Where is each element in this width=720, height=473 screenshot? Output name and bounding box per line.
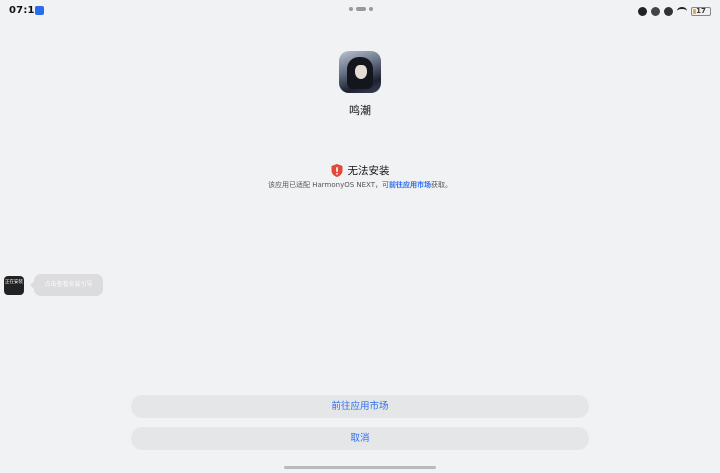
- battery-icon: 17: [691, 6, 711, 16]
- app-icon: [339, 51, 381, 93]
- dnd-icon: [664, 6, 673, 16]
- go-to-app-market-button[interactable]: 前往应用市场: [131, 395, 589, 418]
- error-desc-prefix: 该应用已适配 HarmonyOS NEXT，可: [268, 181, 389, 189]
- handle-dot: [356, 7, 366, 11]
- installing-floating-bubble[interactable]: 正在安装: [4, 276, 24, 295]
- error-description: 该应用已适配 HarmonyOS NEXT，可前往应用市场获取。: [0, 180, 720, 190]
- app-market-link[interactable]: 前往应用市场: [389, 181, 431, 189]
- battery-text: 17: [696, 6, 706, 15]
- wifi-icon: [677, 7, 687, 15]
- error-desc-suffix: 获取。: [431, 181, 452, 189]
- handle-dot: [369, 7, 373, 11]
- error-title: 无法安装: [347, 165, 390, 177]
- install-guide-tooltip[interactable]: 点击查看安装引导: [30, 274, 103, 296]
- error-header: 无法安装: [0, 163, 720, 178]
- home-indicator[interactable]: [284, 466, 436, 469]
- handle-dot: [349, 7, 353, 11]
- mute-icon: [651, 6, 660, 16]
- notification-icon: [35, 6, 44, 15]
- status-bar: 07:13 17: [0, 0, 720, 22]
- shield-alert-icon: [331, 164, 343, 177]
- app-name: 鸣潮: [349, 104, 371, 117]
- nfc-icon: [638, 6, 647, 16]
- app-icon-character-face: [355, 65, 367, 79]
- cancel-button[interactable]: 取消: [131, 427, 589, 450]
- multi-window-handle[interactable]: [349, 7, 373, 11]
- status-icons: 17: [638, 5, 711, 17]
